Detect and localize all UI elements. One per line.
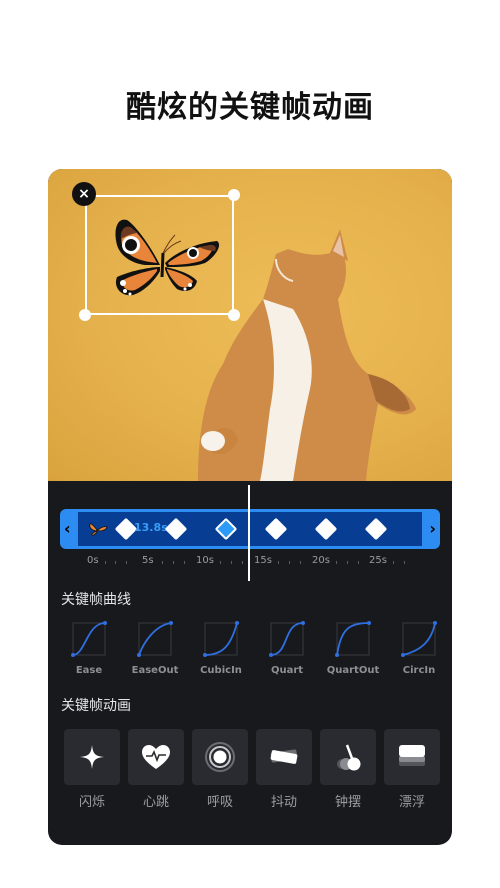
animation-label: 钟摆 <box>334 795 361 810</box>
ruler-tick-label: 5s <box>142 555 154 566</box>
animation-preset-float[interactable]: 漂浮 <box>384 729 440 810</box>
curve-label: EaseOut <box>131 665 179 676</box>
curve-preset-cubicin[interactable]: CubicIn <box>192 619 250 676</box>
video-canvas[interactable]: × <box>48 169 452 481</box>
headline: 酷炫的关键帧动画 <box>126 90 374 125</box>
ruler-tick-label: 25s <box>369 555 387 566</box>
quartout-curve-icon <box>335 621 371 657</box>
curve-preset-easeout[interactable]: EaseOut <box>126 619 184 676</box>
keyframe-marker[interactable] <box>364 517 388 541</box>
animation-label: 抖动 <box>270 795 297 810</box>
keyframe-marker-selected[interactable] <box>214 517 238 541</box>
curve-preset-quart[interactable]: Quart <box>258 619 316 676</box>
cubicin-curve-icon <box>203 621 239 657</box>
resize-handle-bottom-right[interactable] <box>228 309 240 321</box>
animation-label: 闪烁 <box>78 795 105 810</box>
breath-icon <box>205 742 235 772</box>
float-icon <box>399 745 425 766</box>
curve-label: CircIn <box>402 665 436 676</box>
circin-curve-icon <box>401 621 437 657</box>
clip-time-label: 13.8s <box>134 521 168 534</box>
clip-track[interactable]: ‹ › 13.8s <box>60 509 440 549</box>
animation-presets: 闪烁 心跳 呼吸 抖动 钟摆 漂浮 <box>64 729 440 813</box>
curve-label: Ease <box>75 665 103 676</box>
animation-label: 心跳 <box>142 795 169 810</box>
time-ruler[interactable]: 0s 5s 10s 15s 20s 25s <box>60 553 440 569</box>
curve-label: Quart <box>270 665 304 676</box>
curve-label: QuartOut <box>326 665 380 676</box>
ruler-tick-label: 0s <box>87 555 99 566</box>
app-screen: × ‹ › 13.8s 0s 5s 10s 15s 20s 25s 关键帧曲线 … <box>48 169 452 845</box>
shake-icon <box>270 749 298 764</box>
curve-preset-quartout[interactable]: QuartOut <box>324 619 382 676</box>
butterfly-thumb-icon <box>89 523 108 536</box>
easeout-curve-icon <box>137 621 173 657</box>
resize-handle-bottom-left[interactable] <box>79 309 91 321</box>
keyframe-marker[interactable] <box>264 517 288 541</box>
curve-preset-ease[interactable]: Ease <box>60 619 118 676</box>
heartbeat-icon <box>142 745 170 769</box>
resize-handle-top-right[interactable] <box>228 189 240 201</box>
animation-preset-sparkle[interactable]: 闪烁 <box>64 729 120 810</box>
curves-section-title: 关键帧曲线 <box>61 592 131 608</box>
animation-label: 漂浮 <box>398 795 425 810</box>
track-right-handle[interactable]: › <box>429 519 436 538</box>
curve-label: CubicIn <box>200 665 242 676</box>
animation-preset-heartbeat[interactable]: 心跳 <box>128 729 184 810</box>
close-sticker-button[interactable]: × <box>72 182 96 206</box>
clip-body[interactable]: 13.8s <box>78 512 422 546</box>
animation-label: 呼吸 <box>206 795 233 810</box>
keyframe-marker[interactable] <box>314 517 338 541</box>
ease-curve-icon <box>71 621 107 657</box>
animation-preset-breath[interactable]: 呼吸 <box>192 729 248 810</box>
keyframe-timeline: ‹ › 13.8s 0s 5s 10s 15s 20s 25s <box>48 481 452 581</box>
ruler-tick-label: 10s <box>196 555 214 566</box>
pendulum-icon <box>337 744 361 771</box>
track-left-handle[interactable]: ‹ <box>64 519 71 538</box>
keyframe-marker[interactable] <box>164 517 188 541</box>
animation-preset-shake[interactable]: 抖动 <box>256 729 312 810</box>
animations-section-title: 关键帧动画 <box>61 698 131 714</box>
sparkle-icon <box>80 745 104 769</box>
animation-preset-pendulum[interactable]: 钟摆 <box>320 729 376 810</box>
butterfly-sticker[interactable] <box>105 205 225 305</box>
quart-curve-icon <box>269 621 305 657</box>
playhead[interactable] <box>248 485 250 581</box>
ruler-tick-label: 15s <box>254 555 272 566</box>
ruler-tick-label: 20s <box>312 555 330 566</box>
curve-preset-circin[interactable]: CircIn <box>390 619 448 676</box>
curve-presets: Ease EaseOut CubicIn Quart QuartOut Circ… <box>60 619 440 679</box>
